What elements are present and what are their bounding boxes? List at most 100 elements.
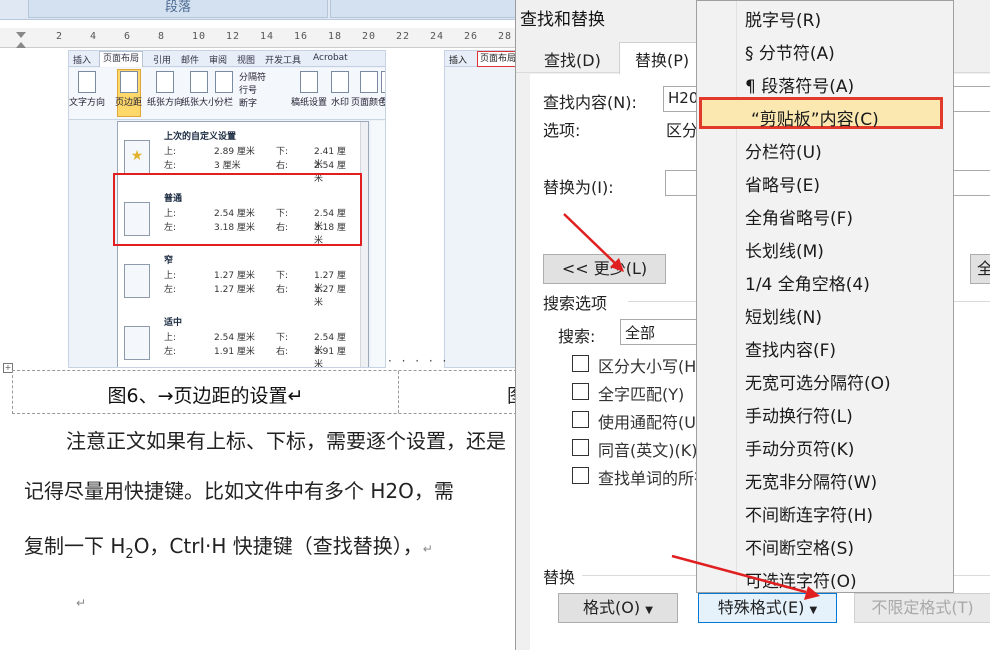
- special-menu-item[interactable]: 不间断连字符(H): [745, 501, 873, 526]
- tab-find[interactable]: 查找(D): [544, 47, 601, 71]
- embed-toolbar-button: 分隔符: [239, 70, 266, 83]
- embed2-tab: 插入: [449, 56, 468, 66]
- special-menu-item[interactable]: § 分节符(A): [745, 39, 835, 64]
- ruler-tick-label: 16: [294, 31, 309, 42]
- margin-value: 下:: [276, 333, 289, 343]
- special-menu-item[interactable]: 脱字号(R): [745, 6, 821, 31]
- ruler-tick-label: 8: [158, 31, 166, 42]
- special-menu-item[interactable]: 无宽非分隔符(W): [745, 468, 877, 493]
- margin-value: 1.27 厘米: [314, 285, 346, 308]
- ruler-tick-label: 10: [192, 31, 207, 42]
- wildcards-checkbox[interactable]: [572, 411, 589, 428]
- embed-toolbar-button: 纸张方向: [147, 71, 183, 108]
- tab-replace[interactable]: 替换(P): [635, 47, 689, 71]
- special-menu-item[interactable]: 省略号(E): [745, 171, 820, 196]
- all-word-forms-label[interactable]: 查找单词的所有: [598, 465, 710, 489]
- embed-toolbar-button: 纸张大小: [181, 71, 217, 108]
- whole-word-checkbox[interactable]: [572, 383, 589, 400]
- margin-value: 上:: [164, 271, 177, 281]
- match-case-checkbox[interactable]: [572, 355, 589, 372]
- margin-value: 1.91 厘米: [214, 347, 255, 357]
- special-format-menu: 脱字号(R) § 分节符(A) ¶ 段落符号(A) “剪贴板”内容(C) 分栏符(U) 省…: [696, 0, 954, 593]
- special-menu-item[interactable]: 全角省略号(F): [745, 204, 853, 229]
- embed-toolbar-label: 水印: [331, 98, 350, 108]
- margin-value: 3 厘米: [214, 161, 241, 171]
- page-setup-icon: [360, 71, 378, 93]
- page-setup-icon: [215, 71, 233, 93]
- margin-value: 1.27 厘米: [214, 271, 255, 281]
- margin-value: 1.91 厘米: [314, 347, 346, 368]
- embed-toolbar-label: 纸张大小: [181, 98, 218, 108]
- sounds-like-label[interactable]: 同音(英文)(K): [598, 437, 697, 461]
- special-menu-item[interactable]: 手动分页符(K): [745, 435, 854, 460]
- replace-all-button[interactable]: 全: [970, 254, 990, 284]
- margin-option-name: 窄: [164, 256, 174, 266]
- embed-ribbon-tab: Acrobat: [313, 53, 348, 63]
- embed-toolbar-label: 分隔符: [239, 73, 267, 83]
- embed-toolbar-label: 页面边: [381, 98, 385, 121]
- embed-toolbar-label: 纸张方向: [147, 98, 184, 108]
- special-menu-item[interactable]: 查找内容(F): [745, 336, 836, 361]
- dropdown-caret-icon: ▼: [645, 605, 653, 616]
- embed-ribbon-tab: 开发工具: [265, 56, 302, 66]
- embed-ribbon-tab: 页面布局: [99, 51, 144, 67]
- margin-value: 右:: [276, 161, 289, 171]
- special-menu-item[interactable]: 分栏符(U): [745, 138, 822, 163]
- embed-ribbon-tabs: 插入 页面布局 引用 邮件 审阅 视图 开发工具 Acrobat: [69, 51, 385, 67]
- whole-word-label[interactable]: 全字匹配(Y): [598, 381, 684, 405]
- body-text-part: O，Ctrl·H 快捷键（查找替换），: [133, 534, 423, 558]
- sounds-like-checkbox[interactable]: [572, 439, 589, 456]
- embed-ribbon-tab: 审阅: [209, 56, 228, 66]
- annotation-arrow-icon: [671, 554, 820, 600]
- special-menu-item[interactable]: ¶ 段落符号(A): [745, 72, 854, 97]
- paragraph-mark: ↵: [76, 596, 87, 610]
- margin-value: 上:: [164, 147, 177, 157]
- subscript: 2: [125, 547, 134, 562]
- second-screenshot-image: 插入 页面布局: [444, 50, 520, 368]
- body-text-line-2[interactable]: 记得尽量用快捷键。比如文件中有多个 H2O，需: [24, 475, 454, 504]
- embed-toolbar-label: 断字: [239, 99, 258, 109]
- format-button[interactable]: 格式(O) ▼: [558, 593, 678, 623]
- page-setup-icon: [156, 71, 174, 93]
- embed-ribbon-tab: 视图: [237, 56, 256, 66]
- menu-item-clipboard-contents[interactable]: “剪贴板”内容(C): [751, 105, 879, 130]
- embed-toolbar-button: 断字: [239, 96, 257, 109]
- wildcards-label[interactable]: 使用通配符(U): [598, 409, 702, 433]
- margin-thumbnail-icon: ★: [124, 140, 150, 174]
- margin-option: 窄上: 1.27 厘米 下: 1.27 厘米 左: 1.27 厘米 右: 1.27 厘米: [118, 250, 360, 310]
- margin-value: 右:: [276, 347, 289, 357]
- body-text-line-1[interactable]: 注意正文如果有上标、下标，需要逐个设置，还是: [66, 425, 506, 454]
- figure-caption[interactable]: 图6、→页边距的设置↵: [13, 381, 398, 408]
- embed-toolbar-label: 文字方向: [69, 98, 106, 108]
- table-divider: [398, 371, 399, 413]
- margin-value: 1.27 厘米: [214, 285, 255, 295]
- all-word-forms-checkbox[interactable]: [572, 467, 589, 484]
- page-setup-icon: [78, 71, 96, 93]
- special-menu-item[interactable]: 短划线(N): [745, 303, 822, 328]
- special-menu-item[interactable]: 无宽可选分隔符(O): [745, 369, 891, 394]
- menu-icon-gutter: [697, 1, 737, 592]
- ruler-tick-label: 22: [396, 31, 411, 42]
- word-document: 段落 24681012141618202224262830 插入页面布局引用邮件…: [0, 0, 520, 650]
- indent-marker-icon[interactable]: [16, 32, 26, 48]
- embed-toolbar-label: 行号: [239, 86, 258, 96]
- match-case-label[interactable]: 区分大小写(H): [598, 353, 703, 377]
- special-menu-item[interactable]: 长划线(M): [745, 237, 824, 262]
- ribbon-group-paragraph[interactable]: 段落: [28, 0, 328, 18]
- ruler[interactable]: 24681012141618202224262830: [0, 28, 520, 48]
- embed-toolbar-button: 稿纸设置: [291, 71, 327, 108]
- special-menu-item[interactable]: 1/4 全角空格(4): [745, 270, 870, 295]
- format-button-label: 格式(O): [583, 598, 641, 617]
- body-text-line-3[interactable]: 复制一下 H2O，Ctrl·H 快捷键（查找替换），↵: [24, 530, 433, 562]
- margin-option-name: 上次的自定义设置: [164, 132, 237, 142]
- embed-toolbar-button: 水印: [331, 71, 349, 108]
- image-resize-handles[interactable]: · · · · ·: [388, 354, 449, 368]
- search-options-heading: 搜索选项: [543, 294, 608, 313]
- options-value: 区分: [666, 121, 699, 140]
- margin-value: 右:: [276, 285, 289, 295]
- page-setup-icon: [331, 71, 349, 93]
- margin-thumbnail-icon: [124, 264, 150, 298]
- special-menu-item[interactable]: 手动换行符(L): [745, 402, 853, 427]
- paragraph-mark: ↵: [422, 542, 433, 556]
- normal-margin-highlight-box: [113, 173, 362, 246]
